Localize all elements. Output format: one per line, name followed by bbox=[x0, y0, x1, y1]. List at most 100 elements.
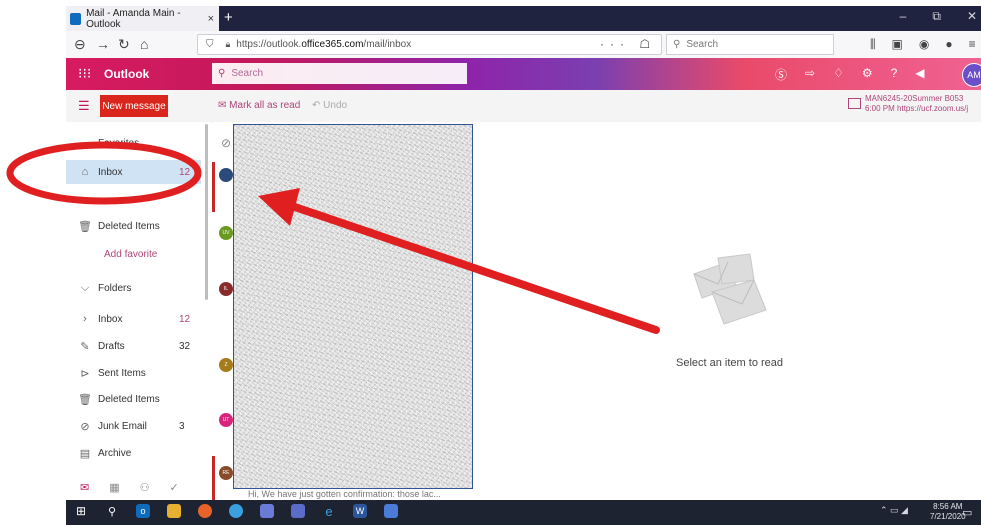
search-icon: ⚲ bbox=[218, 68, 226, 79]
folder-drafts-count: 32 bbox=[179, 340, 191, 352]
outlook-brand[interactable]: Outlook bbox=[104, 67, 149, 81]
trash-icon: 🗑︎ bbox=[78, 220, 92, 233]
undo-button[interactable]: ↶ Undo bbox=[312, 100, 347, 111]
folder-deleted-label: Deleted Items bbox=[98, 393, 160, 405]
addon-icon[interactable]: ● bbox=[945, 37, 952, 52]
bell-icon[interactable]: ♢ bbox=[833, 66, 844, 83]
megaphone-icon[interactable]: ◀ bbox=[915, 66, 924, 83]
avatar: UV bbox=[219, 226, 233, 240]
hamburger-menu-icon[interactable]: ☰ bbox=[78, 98, 90, 114]
inbox-icon: ⌂ bbox=[81, 166, 89, 178]
folder-item-archive[interactable]: ▤ Archive bbox=[66, 441, 201, 465]
folder-item-deleted[interactable]: 🗑︎ Deleted Items bbox=[66, 387, 201, 411]
mark-all-read-button[interactable]: ✉ Mark all as read bbox=[218, 100, 300, 111]
meeting-detail: 6:00 PM https://ucf.zoom.us/j bbox=[865, 104, 969, 113]
reload-icon[interactable]: ↻ bbox=[118, 36, 130, 53]
upcoming-meeting[interactable]: MAN6245-20Summer B053 6:00 PM https://uc… bbox=[848, 94, 968, 114]
tab-title: Mail - Amanda Main - Outlook bbox=[86, 7, 181, 30]
folder-item-inbox[interactable]: › Inbox 12 bbox=[66, 307, 201, 331]
header-icons: Ⓢ ⇨ ♢ ⚙ ? ◀ bbox=[775, 66, 925, 83]
mark-all-read-label: Mark all as read bbox=[229, 100, 301, 111]
tab-close-icon[interactable]: × bbox=[208, 13, 214, 25]
minimize-button[interactable]: – bbox=[900, 9, 907, 24]
add-favorite-link[interactable]: Add favorite bbox=[104, 249, 157, 260]
url-domain: office365.com bbox=[301, 39, 364, 50]
undo-icon: ↶ bbox=[312, 100, 324, 111]
new-tab-button[interactable]: + bbox=[224, 9, 233, 26]
word-icon[interactable]: W bbox=[353, 504, 367, 518]
chevron-right-icon: › bbox=[83, 313, 87, 325]
folder-junk-count: 3 bbox=[179, 420, 185, 432]
favorites-header[interactable]: ⌵ Favorites bbox=[66, 131, 201, 155]
favorite-inbox-count: 12 bbox=[179, 166, 191, 178]
search-icon[interactable]: ⚲ bbox=[105, 504, 119, 518]
windows-start-icon[interactable]: ⊞ bbox=[74, 504, 88, 518]
folder-item-drafts[interactable]: ✎ Drafts 32 bbox=[66, 334, 201, 358]
favorite-item-inbox[interactable]: ⌂ Inbox 12 bbox=[66, 160, 201, 184]
message-preview-text[interactable]: Hi, We have just gotten confirmation: th… bbox=[248, 489, 441, 499]
chevron-down-icon: ⌵ bbox=[80, 281, 90, 294]
teams-icon[interactable]: ⇨ bbox=[805, 66, 815, 83]
folder-item-sent[interactable]: ⊳ Sent Items bbox=[66, 361, 201, 385]
extension-icon[interactable]: ◉ bbox=[919, 37, 929, 52]
forward-arrow-icon[interactable]: → bbox=[96, 36, 110, 52]
avatar: Z bbox=[219, 358, 233, 372]
skype-icon[interactable]: Ⓢ bbox=[775, 66, 787, 83]
favorite-deleted-label: Deleted Items bbox=[98, 220, 160, 232]
chrome-icon[interactable] bbox=[229, 504, 243, 518]
people-app-icon[interactable] bbox=[291, 504, 305, 518]
select-all-icon[interactable]: ⊘ bbox=[221, 136, 231, 150]
browser-search-input[interactable]: ⚲ Search bbox=[666, 34, 834, 55]
calendar-icon[interactable]: ▦ bbox=[109, 481, 119, 494]
block-icon: ⊘ bbox=[80, 420, 90, 433]
address-bar[interactable]: ⛉ 🔒︎ https://outlook. office365.com/mail/… bbox=[197, 34, 662, 55]
close-window-button[interactable]: ✕ bbox=[967, 9, 977, 24]
avatar[interactable]: AM bbox=[962, 63, 981, 87]
back-arrow-icon[interactable]: ⊖ bbox=[74, 36, 86, 53]
help-icon[interactable]: ? bbox=[891, 66, 898, 83]
mail-icon[interactable]: ✉ bbox=[80, 481, 89, 494]
taskbar-clock[interactable]: 8:56 AM 7/21/2020 bbox=[930, 502, 966, 522]
avatar: RE bbox=[219, 466, 233, 480]
folders-label: Folders bbox=[98, 282, 132, 294]
folder-item-junk[interactable]: ⊘ Junk Email 3 bbox=[66, 414, 201, 438]
send-icon: ⊳ bbox=[80, 367, 90, 380]
gear-icon[interactable]: ⚙ bbox=[862, 66, 873, 83]
chevron-down-icon: ⌵ bbox=[80, 136, 90, 149]
avatar: IL bbox=[219, 282, 233, 296]
envelope-open-icon: ✉ bbox=[218, 100, 230, 111]
menu-icon[interactable]: ≡ bbox=[969, 37, 976, 52]
system-tray-icons[interactable]: ⌃ ▭ ◢ bbox=[880, 505, 908, 516]
notification-icon[interactable]: ▭ bbox=[962, 506, 972, 519]
firefox-icon[interactable] bbox=[198, 504, 212, 518]
empty-reading-pane-message: Select an item to read bbox=[676, 357, 784, 369]
folders-header[interactable]: ⌵ Folders bbox=[66, 276, 201, 300]
redacted-message-list bbox=[233, 124, 473, 489]
edge-icon[interactable]: e bbox=[322, 504, 336, 519]
teams-icon[interactable] bbox=[260, 504, 274, 518]
unread-indicator bbox=[212, 162, 215, 212]
lock-icon: 🔒︎ bbox=[225, 39, 231, 49]
outlook-search-input[interactable]: ⚲ Search bbox=[212, 63, 467, 84]
shield-icon: ⛉ bbox=[206, 39, 214, 50]
favorite-item-deleted[interactable]: 🗑︎ Deleted Items bbox=[66, 214, 201, 238]
zoom-icon[interactable] bbox=[384, 504, 398, 518]
url-prefix: https://outlook. bbox=[236, 39, 302, 50]
app-launcher-icon[interactable]: ⁝⁝⁝ bbox=[78, 65, 91, 82]
favorites-label: Favorites bbox=[98, 137, 140, 149]
tasks-icon[interactable]: ✓ bbox=[170, 481, 179, 494]
home-icon[interactable]: ⌂ bbox=[140, 36, 148, 52]
folder-pane-scrollbar[interactable] bbox=[205, 124, 208, 300]
sidebar-icon[interactable]: ▣ bbox=[892, 37, 903, 52]
outlook-app-icon[interactable]: o bbox=[136, 504, 150, 518]
unread-indicator bbox=[212, 456, 215, 500]
library-icon[interactable]: ⫼ bbox=[870, 37, 876, 52]
clock-date: 7/21/2020 bbox=[930, 512, 966, 521]
pencil-icon: ✎ bbox=[80, 340, 90, 353]
restore-button[interactable]: ⧉ bbox=[932, 9, 941, 24]
people-icon[interactable]: ⚇ bbox=[140, 481, 150, 494]
file-explorer-icon[interactable] bbox=[167, 504, 181, 518]
new-message-button[interactable]: New message bbox=[100, 95, 168, 117]
module-switcher: ✉ ▦ ⚇ ✓ bbox=[66, 474, 211, 500]
browser-tab-mail[interactable]: Mail - Amanda Main - Outlook × bbox=[66, 6, 219, 31]
